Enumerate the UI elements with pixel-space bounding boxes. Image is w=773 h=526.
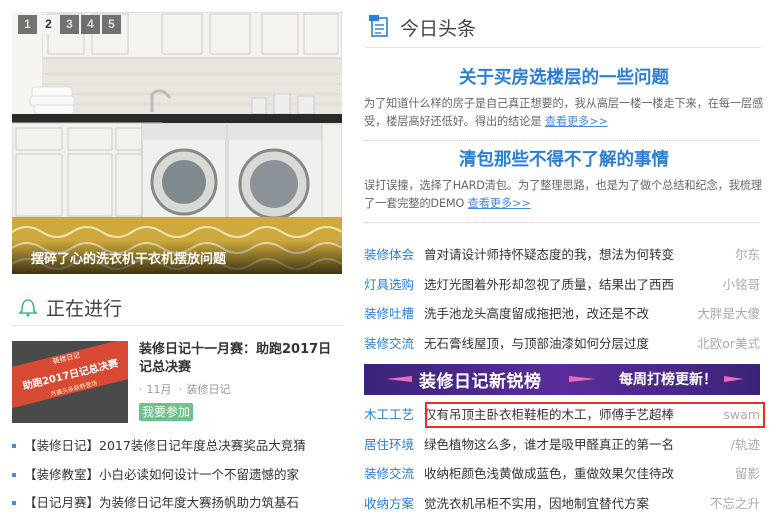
bell-icon (18, 299, 38, 317)
list-item[interactable]: 装修交流 无石膏线屋顶，与顶部油漆如何分层过度 北欧or美式 (364, 334, 764, 365)
event-title[interactable]: 装修日记十一月赛：助跑2017日记总决赛 (139, 341, 339, 377)
event-month: 11月 (146, 383, 172, 396)
list-item-text: 曾对请设计师持怀疑态度的我，想法为何转变 (424, 247, 675, 262)
list-item-category[interactable]: 装修交流 (364, 336, 414, 351)
ongoing-news-list: 【装修日记】2017装修日记年度总决赛奖品大竞猜 【装修教室】小白必读如何设计一… (12, 437, 337, 523)
selection-highlight (425, 402, 765, 428)
event-category: 装修日记 (186, 383, 231, 396)
event-meta: · 11月 · 装修日记 (139, 383, 231, 396)
list-item[interactable]: 灯具选购 选灯光图着外形却忽视了质量，结果出了西西 小铭哥 (364, 275, 764, 306)
list-item-category[interactable]: 居住环境 (364, 437, 414, 452)
list-item-author: 小铭哥 (720, 275, 760, 294)
list-item-text: 【装修教室】小白必读如何设计一个不留遗憾的家 (24, 466, 300, 482)
list-item-category[interactable]: 装修交流 (364, 466, 414, 481)
slide-page-3[interactable]: 3 (60, 15, 79, 34)
list-item-author: 大胖是大傻 (695, 305, 760, 323)
list-item-text: 绿色植物这么多，谁才是吸甲醛真正的第一名 (424, 436, 675, 452)
read-more-link[interactable]: 查看更多>> (468, 197, 531, 210)
bullet-icon (12, 444, 16, 448)
slide-page-5[interactable]: 5 (102, 15, 121, 34)
headlines-section-title: 今日头条 (400, 18, 477, 40)
list-item[interactable]: 居住环境 绿色植物这么多，谁才是吸甲醛真正的第一名/轨迹 (364, 435, 764, 466)
banner-sub-text: 每周打榜更新！ (619, 372, 717, 388)
slide-caption[interactable]: 摆碎了心的洗衣机干衣机摆放问题 (31, 248, 226, 267)
headline-article: 清包那些不得不了解的事情 误打误撞，选择了HARD清包。为了整理思路，也是为了做… (364, 146, 764, 223)
headline-article: 关于买房选楼层的一些问题 为了知道什么样的房子是自己真正想要的，我从高层一楼一楼… (364, 64, 764, 141)
list-item-author: /轨迹 (728, 435, 760, 454)
news-document-icon (369, 15, 388, 37)
list-item-text: 觉洗衣机吊柜不实用，因地制宜替代方案 (424, 495, 650, 511)
list-item-text: 选灯光图着外形却忽视了质量，结果出了西西 (424, 276, 675, 292)
list-item-text: 【装修日记】2017装修日记年度总决赛奖品大竞猜 (24, 438, 306, 453)
list-item-author: 尔东 (732, 246, 760, 264)
divider (364, 222, 760, 223)
headlines-section-header: 今日头条 (366, 10, 761, 48)
read-more-link[interactable]: 查看更多>> (545, 115, 608, 128)
list-item[interactable]: 【日记月赛】为装修日记年度大赛扬帆助力筑基石 (12, 494, 337, 523)
headline-list-top: 装修体会 曾对请设计师持怀疑态度的我，想法为何转变 尔东 灯具选购 选灯光图着外形却忽… (364, 246, 764, 364)
list-item-author: 留影 (732, 465, 760, 483)
list-item[interactable]: 【装修教室】小白必读如何设计一个不留遗憾的家 (12, 466, 337, 495)
event-thumbnail[interactable]: 装修日记 助跑2017日记总决赛 月赛头条新鲜登场 (12, 341, 128, 423)
list-item-text: 无石膏线屋顶，与顶部油漆如何分层过度 (424, 335, 650, 351)
ongoing-section-title: 正在进行 (46, 298, 123, 320)
featured-event: 装修日记 助跑2017日记总决赛 月赛头条新鲜登场 装修日记十一月赛：助跑201… (12, 341, 342, 423)
list-item-category[interactable]: 装修吐槽 (364, 306, 414, 321)
image-slideshow[interactable]: 1 2 3 4 5 摆碎了心的洗衣机干衣机摆放问题 (12, 12, 342, 274)
list-item[interactable]: 【装修日记】2017装修日记年度总决赛奖品大竞猜 (12, 437, 337, 466)
slide-page-1[interactable]: 1 (18, 15, 37, 34)
slide-caption-bar: 摆碎了心的洗衣机干衣机摆放问题 (12, 240, 342, 274)
divider (364, 140, 760, 141)
laundry-room-photo (12, 12, 342, 274)
slide-page-4[interactable]: 4 (81, 15, 100, 34)
list-item-category[interactable]: 收纳方案 (364, 496, 414, 511)
list-item[interactable]: 收纳方案 觉洗衣机吊柜不实用，因地制宜替代方案 不忘之升 (364, 494, 764, 525)
headline-title[interactable]: 关于买房选楼层的一些问题 (364, 64, 764, 89)
slide-page-2[interactable]: 2 (39, 15, 58, 34)
list-item-author: 北欧or美式 (695, 334, 760, 353)
headline-title[interactable]: 清包那些不得不了解的事情 (364, 146, 764, 171)
list-item[interactable]: 装修吐槽 洗手池龙头高度留成拖把池，改还是不改 大胖是大傻 (364, 305, 764, 335)
list-item-category[interactable]: 灯具选购 (364, 277, 414, 292)
slideshow-pager: 1 2 3 4 5 (18, 15, 121, 34)
headline-summary: 误打误撞，选择了HARD清包。为了整理思路，也是为了做个总结和纪念，我梳理了一套… (364, 179, 762, 210)
list-item-text: 洗手池龙头高度留成拖把池，改还是不改 (424, 306, 650, 321)
bullet-icon (12, 501, 16, 505)
list-item-text: 【日记月赛】为装修日记年度大赛扬帆助力筑基石 (24, 495, 300, 510)
list-item[interactable]: 装修体会 曾对请设计师持怀疑态度的我，想法为何转变 尔东 (364, 246, 764, 276)
join-button[interactable]: 我要参加 (139, 403, 194, 421)
list-item-category[interactable]: 装修体会 (364, 247, 414, 262)
bullet-icon (12, 472, 16, 477)
headline-summary: 为了知道什么样的房子是自己真正想要的，我从高层一楼一楼走下来，在每一层感受，楼层… (364, 97, 764, 128)
banner-main-text: 装修日记新锐榜 (419, 372, 542, 392)
ranking-banner[interactable]: 装修日记新锐榜 每周打榜更新！ (364, 364, 760, 395)
list-item-text: 收纳柜颜色浅黄做成蓝色，重做效果欠佳待改 (424, 466, 675, 481)
ongoing-section-header: 正在进行 (12, 290, 342, 326)
list-item-category[interactable]: 木工工艺 (364, 407, 414, 422)
list-item[interactable]: 装修交流 收纳柜颜色浅黄做成蓝色，重做效果欠佳待改 留影 (364, 465, 764, 495)
list-item-author: 不忘之升 (707, 494, 760, 513)
